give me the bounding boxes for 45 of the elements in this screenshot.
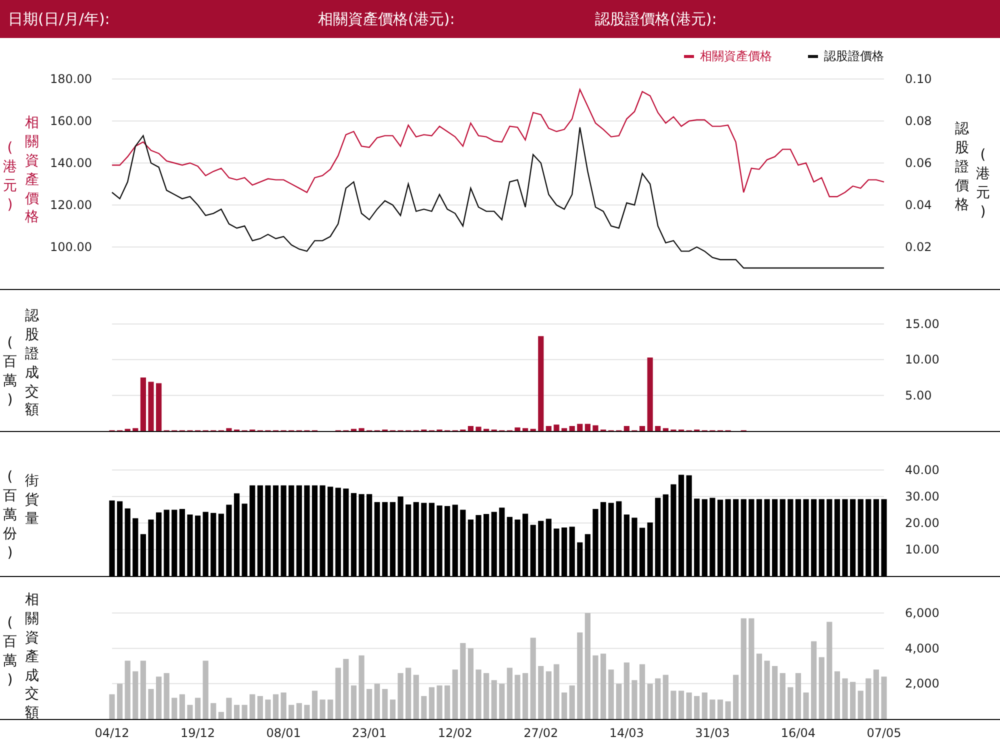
axis-unit: (百萬) xyxy=(3,334,17,410)
header-field: 日期(日/月/年): xyxy=(8,10,318,28)
tick-label: 180.00 xyxy=(50,72,92,86)
axis-unit: (百萬) xyxy=(3,614,17,690)
tick-label: 6,000 xyxy=(905,606,940,620)
tick-label: 120.00 xyxy=(50,198,92,212)
tick-label: 4,000 xyxy=(905,641,940,656)
tick-label: 140.00 xyxy=(50,156,92,170)
axis-unit: (港元) xyxy=(3,139,17,215)
tick-label: 0.10 xyxy=(905,72,932,86)
legend-label[interactable]: 相關資產價格 xyxy=(700,49,772,63)
axis-title: 認股證價格 xyxy=(955,120,969,214)
tick-label: 10.00 xyxy=(905,352,940,367)
tick-label: 27/02 xyxy=(524,726,558,740)
tick-label: 30.00 xyxy=(905,490,940,504)
tick-label: 31/03 xyxy=(695,726,730,740)
tick-label: 0.04 xyxy=(905,198,932,212)
tick-label: 0.06 xyxy=(905,156,932,170)
tick-label: 12/02 xyxy=(438,726,472,740)
axis-unit: (百萬份) xyxy=(3,468,17,562)
axis-title: 相關資產價格 xyxy=(25,114,39,228)
legend-label[interactable]: 認股證價格 xyxy=(824,49,884,63)
tick-label: 100.00 xyxy=(50,240,92,254)
tick-label: 160.00 xyxy=(50,114,92,128)
axis-unit: (港元) xyxy=(976,146,990,222)
header-field: 相關資產價格(港元): xyxy=(318,10,595,28)
tick-label: 20.00 xyxy=(905,516,940,530)
tick-label: 08/01 xyxy=(266,726,301,740)
tick-label: 16/04 xyxy=(780,726,816,740)
tick-label: 5.00 xyxy=(905,388,932,402)
tick-label: 10.00 xyxy=(905,542,940,556)
tick-label: 0.08 xyxy=(905,114,932,128)
axis-title: 街貨量 xyxy=(25,472,39,529)
tick-label: 2,000 xyxy=(905,676,940,691)
header-field: 認股證價格(港元): xyxy=(595,10,1000,28)
tick-label: 40.00 xyxy=(905,463,940,477)
tick-label: 07/05 xyxy=(866,726,902,740)
tick-label: 04/12 xyxy=(94,726,130,740)
tick-label: 15.00 xyxy=(905,317,940,331)
tick-label: 14/03 xyxy=(609,726,644,740)
tick-label: 0.02 xyxy=(905,240,932,254)
axis-title: 認股證成交額 xyxy=(25,307,39,420)
axis-title: 相關資產成交額 xyxy=(25,591,39,724)
tick-label: 23/01 xyxy=(352,726,387,740)
tick-label: 19/12 xyxy=(180,726,216,740)
